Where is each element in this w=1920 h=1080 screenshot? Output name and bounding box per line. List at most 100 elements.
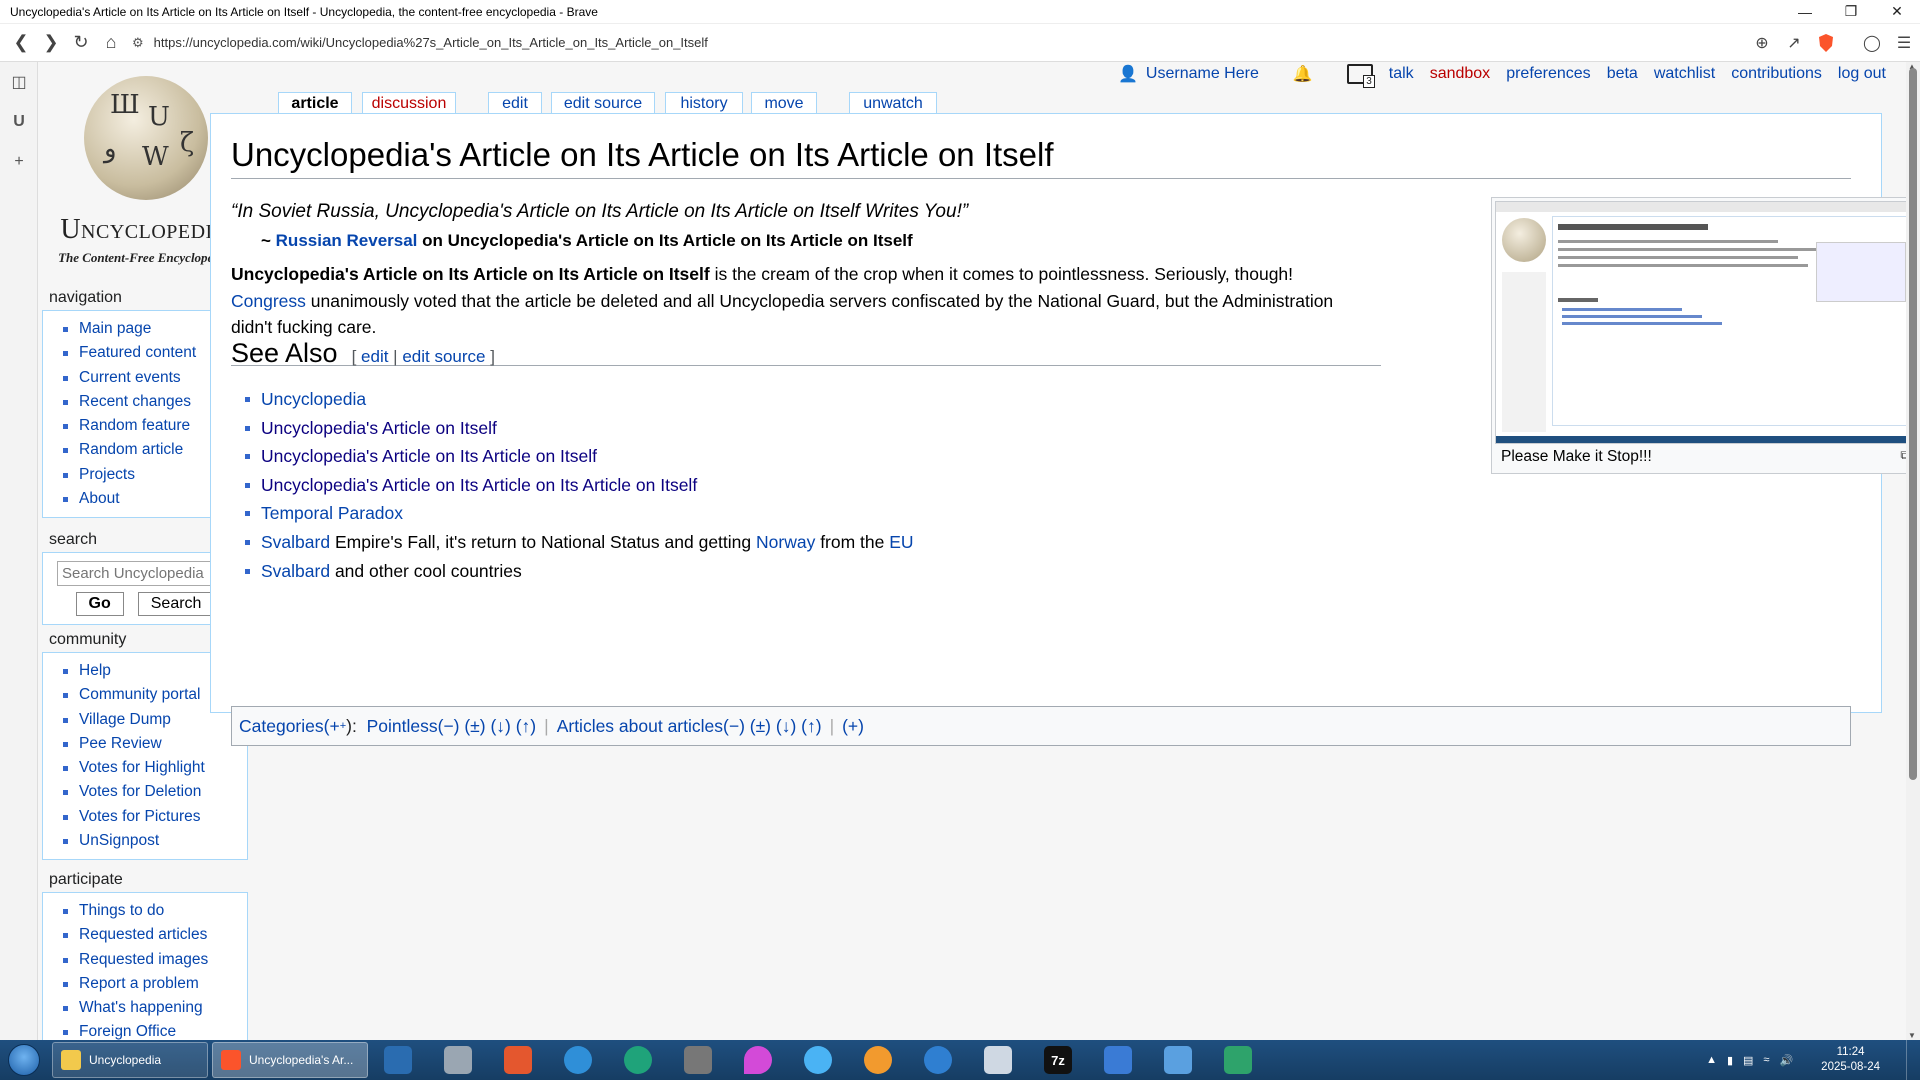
beta-link[interactable]: beta	[1607, 65, 1638, 83]
lightbulb-app-icon[interactable]	[788, 1040, 848, 1080]
russian-reversal-link[interactable]: Russian Reversal	[276, 231, 418, 250]
go-button[interactable]: Go	[75, 592, 124, 616]
start-button[interactable]	[0, 1040, 48, 1080]
notifications-bell-icon[interactable]: 🔔	[1293, 64, 1313, 84]
random-feature-link[interactable]: Random feature	[79, 417, 190, 434]
votes-for-deletion-link[interactable]: Votes for Deletion	[79, 783, 201, 800]
username-link[interactable]: Username Here	[1146, 65, 1259, 83]
projects-link[interactable]: Projects	[79, 466, 135, 483]
article-on-its-article-link[interactable]: Uncyclopedia's Article on Its Article on…	[261, 446, 597, 466]
url-field[interactable]: ⚙ https://uncyclopedia.com/wiki/Uncyclop…	[126, 28, 1746, 58]
menu-icon[interactable]: ☰	[1888, 28, 1920, 58]
notepad-app-icon[interactable]	[1148, 1040, 1208, 1080]
featured-content-link[interactable]: Featured content	[79, 344, 196, 361]
minimize-icon[interactable]: —	[1782, 0, 1828, 24]
network-icon[interactable]: ▤	[1743, 1054, 1753, 1067]
article-on-itself-link[interactable]: Uncyclopedia's Article on Itself	[261, 418, 497, 438]
pee-review-link[interactable]: Pee Review	[79, 735, 162, 752]
reload-icon[interactable]: ↻	[66, 28, 96, 58]
internet-explorer-app-icon[interactable]	[908, 1040, 968, 1080]
category-pointless-link[interactable]: Pointless	[367, 716, 438, 737]
add-icon[interactable]: +	[0, 142, 38, 182]
main-page-link[interactable]: Main page	[79, 320, 151, 337]
office-app-icon[interactable]	[488, 1040, 548, 1080]
maps-pin-app-icon[interactable]	[728, 1040, 788, 1080]
unsignpost-link[interactable]: UnSignpost	[79, 832, 159, 849]
categories-link[interactable]: Categories	[239, 716, 324, 737]
brave-shields-icon[interactable]	[1810, 28, 1842, 58]
vpn-shield-icon[interactable]: ◯	[1856, 28, 1888, 58]
forward-icon[interactable]: ❯	[36, 28, 66, 58]
congress-link[interactable]: Congress	[231, 291, 306, 311]
home-icon[interactable]: ⌂	[96, 28, 126, 58]
taskbar-app-explorer[interactable]: Uncyclopedia	[52, 1042, 208, 1078]
svalbard-link[interactable]: Svalbard	[261, 532, 330, 552]
uncyclopedia-tab-icon[interactable]: U	[0, 102, 38, 142]
talk-link[interactable]: talk	[1389, 65, 1414, 83]
preferences-link[interactable]: preferences	[1506, 65, 1591, 83]
temporal-paradox-link[interactable]: Temporal Paradox	[261, 503, 403, 523]
zoom-icon[interactable]: ⊕	[1746, 28, 1778, 58]
taskbar-app-brave[interactable]: Uncyclopedia's Ar...	[212, 1042, 368, 1078]
logout-link[interactable]: log out	[1838, 65, 1886, 83]
votes-for-pictures-link[interactable]: Votes for Pictures	[79, 808, 200, 825]
tray-overflow-icon[interactable]: ▲	[1706, 1054, 1717, 1066]
sidebar-toggle-icon[interactable]: ◫	[0, 62, 38, 102]
thumbnail-image[interactable]	[1495, 201, 1919, 444]
search-input[interactable]	[57, 561, 233, 586]
firefox-app-icon[interactable]	[848, 1040, 908, 1080]
scrollbar-thumb[interactable]	[1909, 68, 1917, 780]
category-pointless-tools[interactable]: (−) (±) (↓) (↑)	[438, 716, 537, 737]
requested-articles-link[interactable]: Requested articles	[79, 926, 207, 943]
category-articles-tools[interactable]: (−) (±) (↓) (↑)	[723, 716, 822, 737]
7zip-app-icon[interactable]: 7z	[1028, 1040, 1088, 1080]
whats-happening-link[interactable]: What's happening	[79, 999, 203, 1016]
edge-app-icon[interactable]	[608, 1040, 668, 1080]
disk-app-icon[interactable]	[548, 1040, 608, 1080]
wifi-icon[interactable]: ≈	[1763, 1054, 1769, 1066]
site-info-icon[interactable]: ⚙	[132, 35, 144, 51]
norway-link[interactable]: Norway	[756, 532, 815, 552]
report-a-problem-link[interactable]: Report a problem	[79, 975, 199, 992]
sailboat-app-icon[interactable]	[368, 1040, 428, 1080]
clock[interactable]: 11:24 2025-08-24	[1821, 1045, 1880, 1075]
svalbard-link-2[interactable]: Svalbard	[261, 561, 330, 581]
foreign-office-link[interactable]: Foreign Office	[79, 1023, 176, 1040]
scroll-down-icon[interactable]: ▼	[1908, 1031, 1916, 1040]
add-category-link[interactable]: (+)	[842, 716, 864, 737]
things-to-do-link[interactable]: Things to do	[79, 902, 164, 919]
volume-icon[interactable]: 🔊	[1779, 1054, 1793, 1067]
recent-changes-link[interactable]: Recent changes	[79, 393, 191, 410]
torrent-app-icon[interactable]	[1208, 1040, 1268, 1080]
share-icon[interactable]: ↗	[1778, 28, 1810, 58]
restore-icon[interactable]: ❐	[1828, 0, 1874, 24]
requested-images-link[interactable]: Requested images	[79, 951, 208, 968]
category-articles-about-articles-link[interactable]: Articles about articles	[557, 716, 723, 737]
current-events-link[interactable]: Current events	[79, 369, 181, 386]
contributions-link[interactable]: contributions	[1731, 65, 1822, 83]
eu-link[interactable]: EU	[889, 532, 913, 552]
about-link[interactable]: About	[79, 490, 120, 507]
votes-for-highlight-link[interactable]: Votes for Highlight	[79, 759, 205, 776]
calculator-app-icon[interactable]	[968, 1040, 1028, 1080]
random-article-link[interactable]: Random article	[79, 441, 183, 458]
sandbox-link[interactable]: sandbox	[1430, 65, 1491, 83]
self-link[interactable]: Uncyclopedia's Article on Its Article on…	[261, 475, 697, 495]
search-button[interactable]: Search	[137, 592, 215, 616]
show-desktop-button[interactable]	[1906, 1040, 1920, 1080]
village-dump-link[interactable]: Village Dump	[79, 711, 171, 728]
close-icon[interactable]: ✕	[1874, 0, 1920, 24]
back-icon[interactable]: ❮	[6, 28, 36, 58]
control-panel-app-icon[interactable]	[1088, 1040, 1148, 1080]
section-edit-link[interactable]: edit	[361, 347, 388, 366]
game-app-icon[interactable]	[668, 1040, 728, 1080]
messages-icon[interactable]: 3	[1346, 64, 1375, 88]
community-portal-link[interactable]: Community portal	[79, 686, 200, 703]
battery-icon[interactable]: ▮	[1727, 1054, 1733, 1067]
watchlist-link[interactable]: watchlist	[1654, 65, 1715, 83]
help-link[interactable]: Help	[79, 662, 111, 679]
page-scrollbar[interactable]: ▲ ▼	[1906, 62, 1920, 1040]
section-edit-source-link[interactable]: edit source	[402, 347, 485, 366]
toolbox-app-icon[interactable]	[428, 1040, 488, 1080]
uncyclopedia-link[interactable]: Uncyclopedia	[261, 389, 366, 409]
